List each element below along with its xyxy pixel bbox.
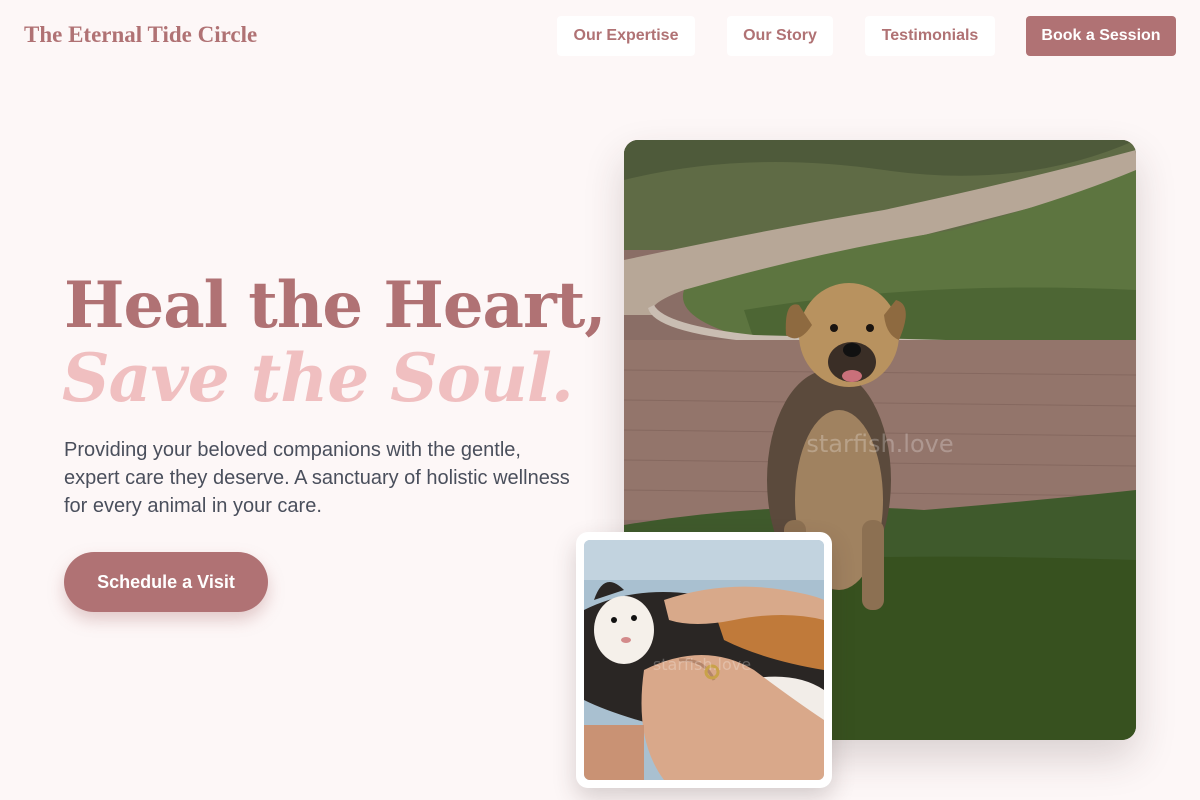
nav-link-our-story[interactable]: Our Story (727, 16, 833, 56)
book-session-button[interactable]: Book a Session (1026, 16, 1176, 56)
cat-photo-frame: starfish.love (576, 532, 832, 788)
top-navigation: The Eternal Tide Circle Our Expertise Ou… (0, 0, 1200, 72)
cat-photo: starfish.love (584, 540, 824, 780)
hero-title-line-1: Heal the Heart, (64, 268, 607, 343)
schedule-visit-button[interactable]: Schedule a Visit (64, 552, 268, 612)
main-photo-watermark: starfish.love (806, 430, 953, 458)
brand-logo[interactable]: The Eternal Tide Circle (24, 22, 257, 48)
inset-photo-watermark: starfish.love (653, 655, 751, 674)
hero-subtitle: Providing your beloved companions with t… (64, 439, 570, 517)
hero-title-line-2: Save the Soul. (62, 339, 574, 417)
nav-link-testimonials[interactable]: Testimonials (865, 16, 995, 56)
nav-link-our-expertise[interactable]: Our Expertise (557, 16, 695, 56)
